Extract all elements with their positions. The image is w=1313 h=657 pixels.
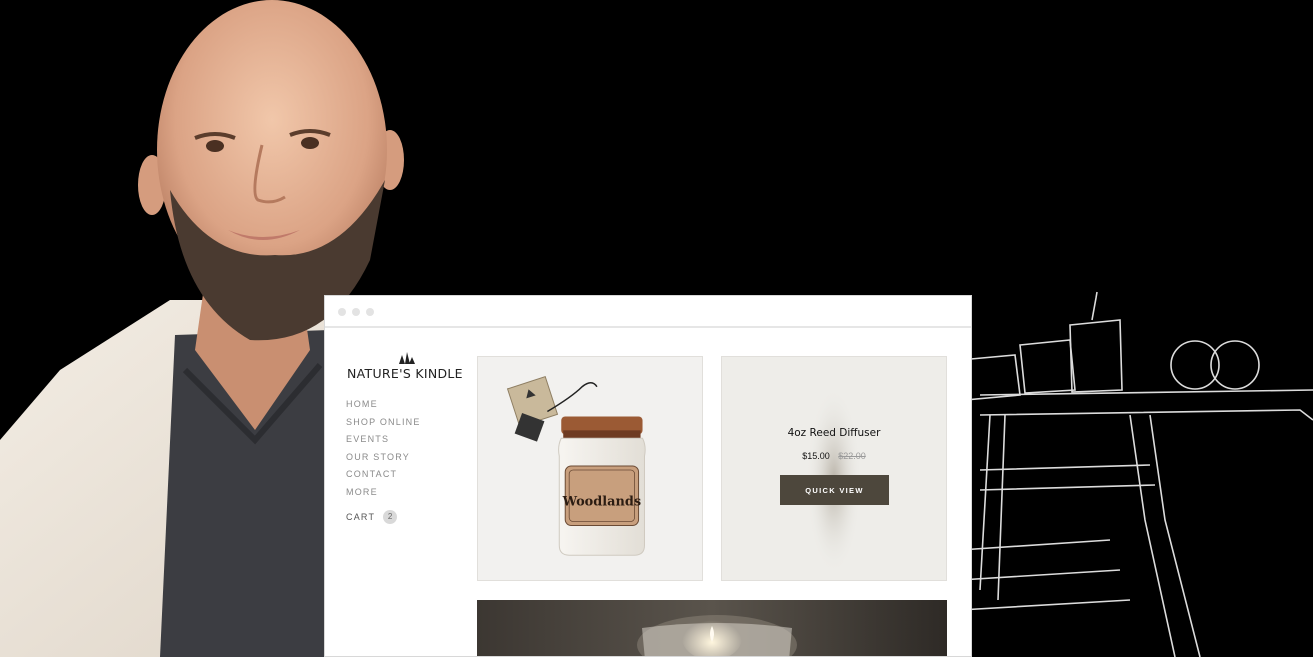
cart-link[interactable]: CART 2 [346, 510, 398, 524]
diffuser-image [806, 386, 862, 576]
product-card-diffuser[interactable]: 4oz Reed Diffuser $15.00 $22.00 QUICK VI… [721, 356, 947, 581]
shelf-illustration [960, 290, 1313, 657]
nav-item-more[interactable]: MORE [346, 484, 421, 502]
candle-lifestyle-photo [477, 600, 947, 656]
browser-titlebar [325, 296, 971, 328]
candle-jar-image: Woodlands [506, 375, 646, 556]
product-card-candle[interactable]: Woodlands [477, 356, 703, 581]
jar-label-text: Woodlands [562, 495, 641, 510]
product-title[interactable]: 4oz Reed Diffuser [722, 427, 946, 439]
cart-label: CART [346, 512, 376, 522]
window-dot-icon [352, 308, 360, 316]
browser-window: NATURE'S KINDLE HOME SHOP ONLINE EVENTS … [324, 295, 972, 657]
nav-item-shop-online[interactable]: SHOP ONLINE [346, 414, 421, 432]
nav-item-events[interactable]: EVENTS [346, 431, 421, 449]
nav-item-home[interactable]: HOME [346, 396, 421, 414]
site-brand-name: NATURE'S KINDLE [347, 366, 463, 381]
tree-logo-icon [399, 352, 415, 364]
nav-item-contact[interactable]: CONTACT [346, 466, 421, 484]
product-old-price: $22.00 [838, 451, 866, 461]
site-nav: HOME SHOP ONLINE EVENTS OUR STORY CONTAC… [346, 396, 421, 501]
window-dot-icon [366, 308, 374, 316]
nav-item-our-story[interactable]: OUR STORY [346, 449, 421, 467]
cart-count-badge: 2 [383, 510, 398, 524]
quick-view-button[interactable]: QUICK VIEW [780, 475, 889, 505]
product-price: $15.00 [802, 451, 830, 461]
window-dot-icon [338, 308, 346, 316]
price-row: $15.00 $22.00 [722, 451, 946, 461]
